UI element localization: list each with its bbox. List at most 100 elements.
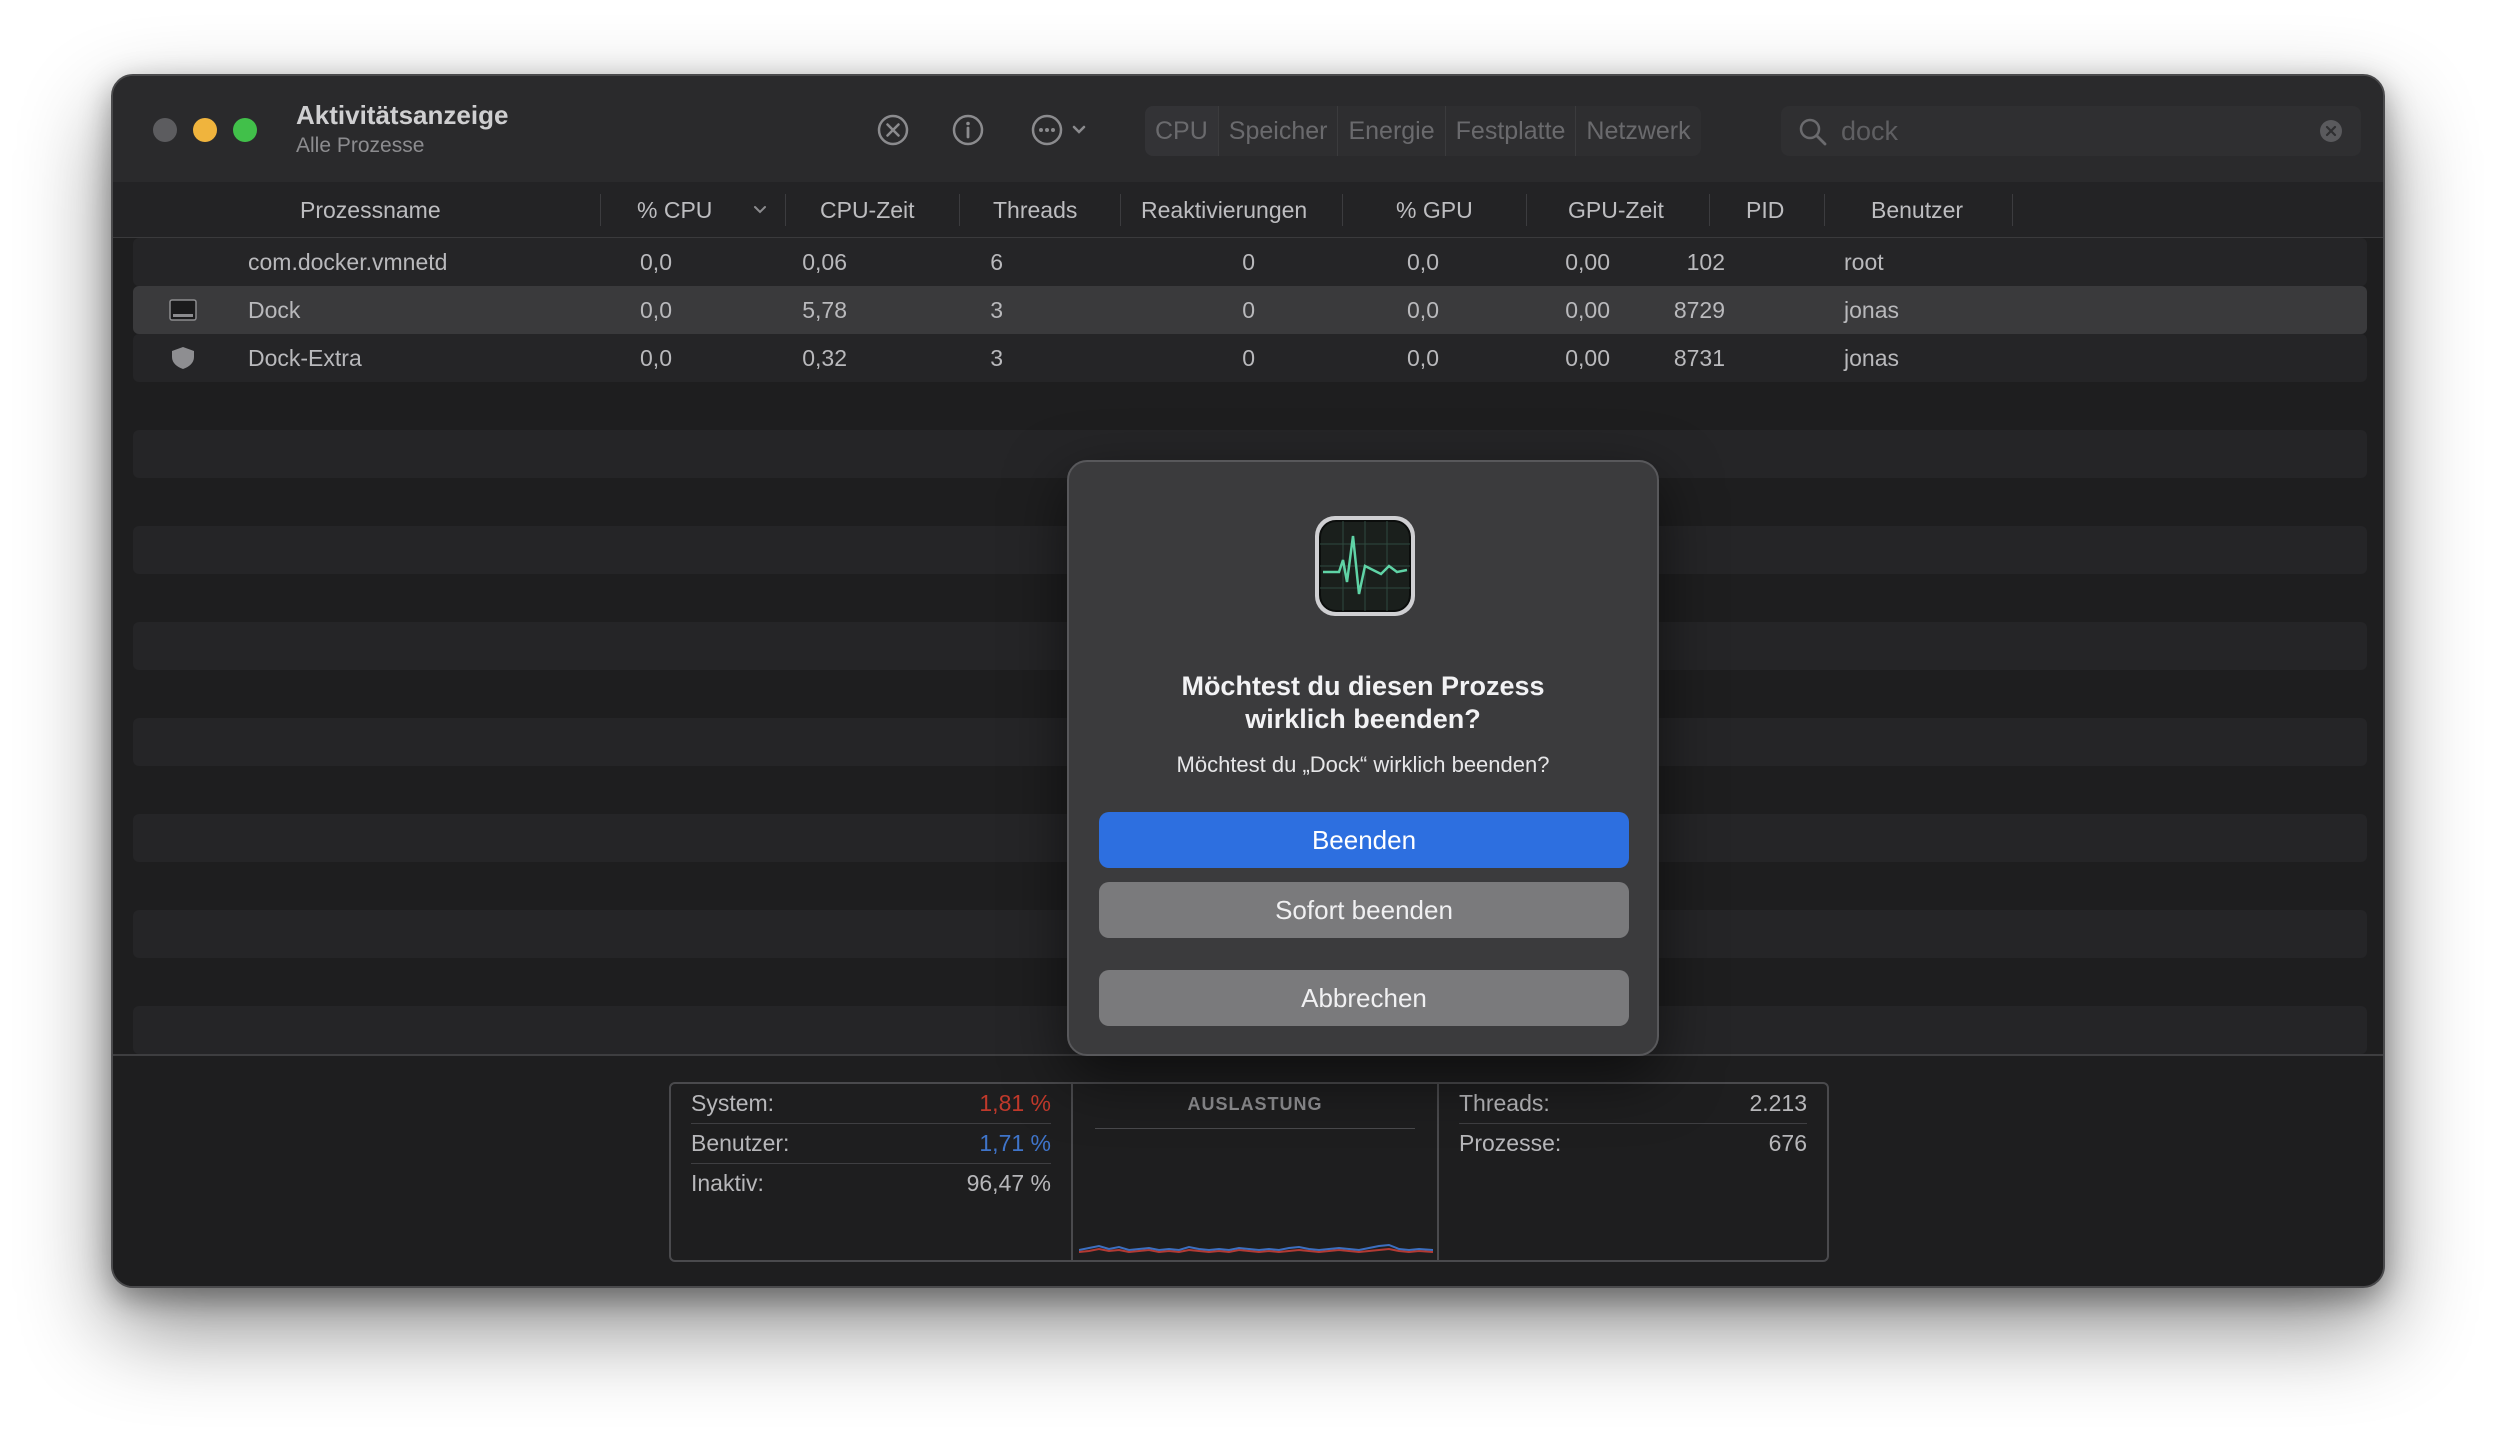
graph-title: AUSLASTUNG <box>1187 1094 1323 1114</box>
tab-cpu[interactable]: CPU <box>1145 106 1218 156</box>
app-subtitle[interactable]: Alle Prozesse <box>296 134 424 158</box>
table-row[interactable]: com.docker.vmnetd 0,0 0,06 6 0 0,0 0,00 … <box>133 238 2367 286</box>
column-separator <box>785 194 786 226</box>
cell-gpu: 0,0 <box>1407 249 1439 275</box>
more-options-button[interactable] <box>1027 110 1097 150</box>
stat-threads-label: Threads: <box>1459 1090 1550 1116</box>
title-bar: Aktivitätsanzeige Alle Prozesse CPU Spei… <box>113 76 2383 182</box>
stat-system-label: System: <box>691 1090 775 1116</box>
stat-idle-value: 96,47 % <box>966 1170 1051 1196</box>
stat-system: System: 1,81 % <box>691 1084 1051 1124</box>
stop-process-button[interactable] <box>873 110 913 150</box>
cell-cpu: 0,0 <box>640 345 672 371</box>
window-zoom-button[interactable] <box>233 118 257 142</box>
cell-user: jonas <box>1844 345 1899 371</box>
column-gpu-time[interactable]: GPU-Zeit <box>1568 182 1664 238</box>
cell-user: root <box>1844 249 1884 275</box>
cpu-usage-stats: System: 1,81 % Benutzer: 1,71 % Inaktiv:… <box>671 1084 1071 1260</box>
app-title: Aktivitätsanzeige <box>296 100 509 130</box>
column-separator <box>1824 194 1825 226</box>
stat-threads: Threads: 2.213 <box>1459 1084 1807 1124</box>
cell-pid: 102 <box>1686 249 1725 275</box>
footer-stats: System: 1,81 % Benutzer: 1,71 % Inaktiv:… <box>113 1054 2383 1286</box>
cell-process-name: Dock <box>248 297 301 323</box>
cpu-load-graph: AUSLASTUNG <box>1071 1084 1439 1260</box>
cell-pid: 8729 <box>1673 297 1725 323</box>
quit-button[interactable]: Beenden <box>1099 812 1629 868</box>
view-tabs: CPU Speicher Energie Festplatte Netzwerk <box>1145 106 1701 156</box>
tab-disk[interactable]: Festplatte <box>1444 106 1576 156</box>
graph-rule <box>1095 1128 1415 1129</box>
cpu-stats-box: System: 1,81 % Benutzer: 1,71 % Inaktiv:… <box>669 1082 1829 1262</box>
stat-processes: Prozesse: 676 <box>1459 1124 1807 1164</box>
cell-user: jonas <box>1844 297 1899 323</box>
window-minimize-button[interactable] <box>193 118 217 142</box>
stat-threads-value: 2.213 <box>1749 1090 1807 1116</box>
dialog-title: Möchtest du diesen Prozess wirklich been… <box>1109 670 1617 736</box>
cell-threads: 6 <box>990 249 1003 275</box>
cell-cpu-time: 5,78 <box>802 297 847 323</box>
cell-cpu-time: 0,06 <box>802 249 847 275</box>
column-threads[interactable]: Threads <box>993 182 1077 238</box>
column-wakeups[interactable]: Reaktivierungen <box>1141 182 1307 238</box>
activity-monitor-icon <box>1315 516 1415 616</box>
column-separator <box>1342 194 1343 226</box>
cell-gpu-time: 0,00 <box>1565 249 1610 275</box>
cell-threads: 3 <box>990 297 1003 323</box>
stat-processes-value: 676 <box>1768 1130 1807 1156</box>
sort-descending-icon <box>754 206 766 214</box>
clear-icon[interactable] <box>2319 119 2343 143</box>
column-pid[interactable]: PID <box>1746 182 1784 238</box>
cell-threads: 3 <box>990 345 1003 371</box>
cell-gpu: 0,0 <box>1407 345 1439 371</box>
cell-gpu-time: 0,00 <box>1565 297 1610 323</box>
column-separator <box>1526 194 1527 226</box>
shield-icon <box>172 347 194 369</box>
column-separator <box>2012 194 2013 226</box>
activity-monitor-window: Aktivitätsanzeige Alle Prozesse CPU Spei… <box>111 74 2385 1288</box>
dock-app-icon <box>169 299 197 321</box>
window-close-button[interactable] <box>153 118 177 142</box>
column-cpu[interactable]: % CPU <box>637 182 712 238</box>
cpu-load-sparkline <box>1079 1243 1433 1254</box>
cancel-button[interactable]: Abbrechen <box>1099 970 1629 1026</box>
system-stats: Threads: 2.213 Prozesse: 676 <box>1439 1084 1827 1260</box>
stat-idle: Inaktiv: 96,47 % <box>691 1164 1051 1204</box>
cell-wakeups: 0 <box>1242 345 1255 371</box>
cell-cpu: 0,0 <box>640 297 672 323</box>
cell-process-name: Dock-Extra <box>248 345 362 371</box>
info-icon <box>952 114 984 146</box>
table-row[interactable]: Dock-Extra 0,0 0,32 3 0 0,0 0,00 8731 jo… <box>133 334 2367 382</box>
force-quit-button[interactable]: Sofort beenden <box>1099 882 1629 938</box>
quit-process-dialog: Möchtest du diesen Prozess wirklich been… <box>1067 460 1659 1056</box>
search-field[interactable] <box>1781 106 2361 156</box>
search-icon <box>1799 118 1827 146</box>
tab-energy[interactable]: Energie <box>1337 106 1444 156</box>
stat-user-label: Benutzer: <box>691 1130 790 1156</box>
cell-process-name: com.docker.vmnetd <box>248 249 448 275</box>
cell-gpu-time: 0,00 <box>1565 345 1610 371</box>
info-button[interactable] <box>948 110 988 150</box>
column-separator <box>1120 194 1121 226</box>
column-gpu[interactable]: % GPU <box>1396 182 1473 238</box>
cell-wakeups: 0 <box>1242 297 1255 323</box>
cell-gpu: 0,0 <box>1407 297 1439 323</box>
more-options-icon <box>1031 114 1086 146</box>
column-user[interactable]: Benutzer <box>1871 182 1963 238</box>
stat-processes-label: Prozesse: <box>1459 1130 1562 1156</box>
cell-cpu-time: 0,32 <box>802 345 847 371</box>
tab-memory[interactable]: Speicher <box>1217 106 1338 156</box>
search-input[interactable] <box>1841 112 2301 150</box>
table-row-selected[interactable]: Dock 0,0 5,78 3 0 0,0 0,00 8729 jonas <box>133 286 2367 334</box>
column-cpu-time[interactable]: CPU-Zeit <box>820 182 915 238</box>
column-process-name[interactable]: Prozessname <box>300 182 441 238</box>
stat-system-value: 1,81 % <box>979 1090 1051 1116</box>
cell-pid: 8731 <box>1673 345 1725 371</box>
stat-idle-label: Inaktiv: <box>691 1170 764 1196</box>
tab-network[interactable]: Netzwerk <box>1575 106 1700 156</box>
column-separator <box>600 194 601 226</box>
column-header: Prozessname % CPU CPU-Zeit Threads Reakt… <box>113 182 2383 238</box>
stop-process-icon <box>877 114 909 146</box>
cell-wakeups: 0 <box>1242 249 1255 275</box>
stat-user-value: 1,71 % <box>979 1130 1051 1156</box>
